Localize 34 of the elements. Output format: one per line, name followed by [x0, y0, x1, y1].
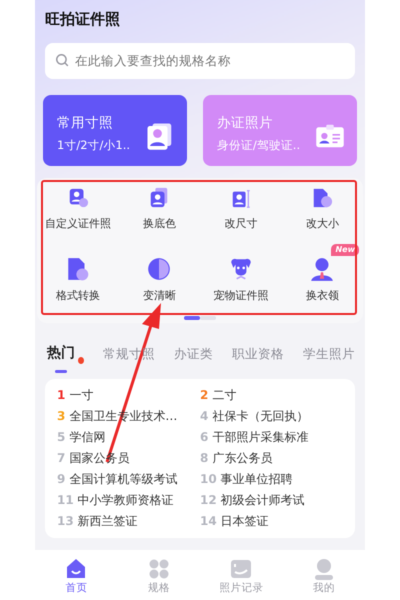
app-title: 旺拍证件照: [44, 9, 121, 30]
ranking-item[interactable]: 10 事业单位招聘: [200, 468, 343, 490]
card-title: 常用寸照: [57, 114, 114, 132]
tool-item[interactable]: 自定义证件照: [37, 186, 118, 244]
feature-card[interactable]: 常用寸照 1寸/2寸/小1..: [43, 94, 187, 166]
tool-item[interactable]: 格式转换: [37, 244, 118, 312]
new-badge: New: [331, 244, 359, 256]
tool-item[interactable]: 改尺寸: [200, 186, 282, 244]
ranking-item[interactable]: 2 二寸: [200, 384, 343, 406]
tool-item[interactable]: 改大小: [282, 186, 363, 244]
ranking-item[interactable]: 9 全国计算机等级考试: [57, 468, 200, 490]
card-subtitle: 1寸/2寸/小1..: [57, 136, 130, 154]
search-field[interactable]: 在此输入要查找的规格名称: [45, 42, 355, 78]
ranking-item[interactable]: 11 中小学教师资格证: [57, 490, 200, 510]
nav-tab[interactable]: 首页: [35, 550, 118, 600]
tool-item[interactable]: New 换衣领: [282, 244, 363, 312]
person-tie-icon: [309, 256, 336, 282]
ranking-item[interactable]: 6 干部照片采集标准: [200, 426, 343, 448]
ranking-item[interactable]: 5 学信网: [57, 426, 200, 448]
portrait-icon: [148, 187, 170, 210]
category-tab[interactable]: 热门: [47, 342, 75, 372]
tool-item[interactable]: 变清晰: [118, 244, 200, 312]
card-title: 办证照片: [216, 114, 274, 132]
tool-item[interactable]: 换底色: [118, 186, 200, 244]
ranking-item[interactable]: 14 日本签证: [200, 510, 343, 532]
ranking-item[interactable]: 4 社保卡（无回执）: [200, 406, 343, 426]
ranking-item[interactable]: 12 初级会计师考试: [200, 490, 343, 510]
ranking-item[interactable]: 8 广东公务员: [200, 448, 343, 468]
contrast-icon: [146, 256, 172, 282]
card-subtitle: 身份证/驾驶证..: [216, 136, 300, 154]
tool-item[interactable]: 宠物证件照: [200, 244, 282, 312]
grid-icon: [146, 556, 171, 581]
ranking-item[interactable]: 1 一寸: [57, 384, 200, 406]
ranking-item[interactable]: 13 新西兰签证: [57, 510, 200, 532]
